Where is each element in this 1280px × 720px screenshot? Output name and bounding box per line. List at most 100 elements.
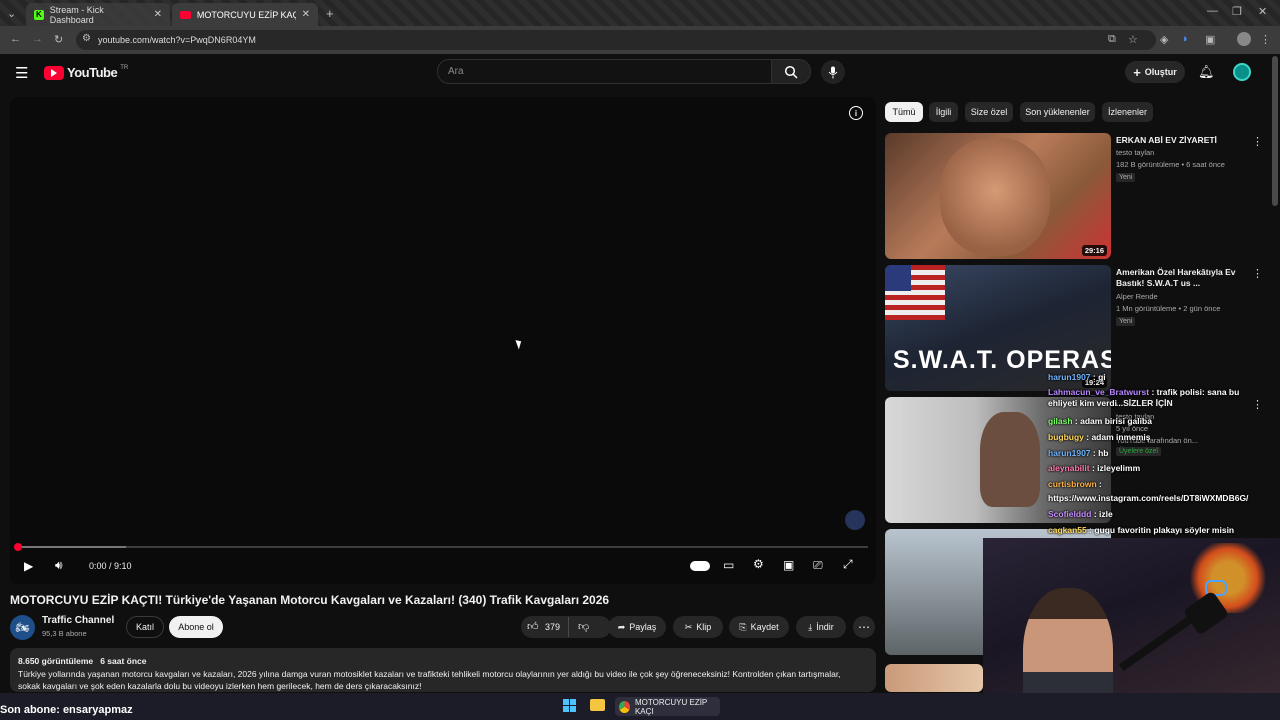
profile-avatar[interactable] <box>1237 32 1251 46</box>
channel-name[interactable]: Traffic Channel <box>42 615 114 626</box>
chat-username: Scofielddd <box>1048 509 1092 519</box>
subscribe-button[interactable]: Abone ol <box>169 616 223 638</box>
search-input[interactable]: Ara <box>437 59 772 84</box>
minimize-icon[interactable]: — <box>1207 5 1218 17</box>
tab-youtube-video[interactable]: MOTORCUYU EZİP KAÇTI! Türki ✕ <box>172 3 318 26</box>
more-actions-button[interactable]: ⋯ <box>853 616 875 638</box>
subscriber-count: 95,3 B abone <box>42 629 87 638</box>
chat-message: bugbugy : adam inmemiş <box>1048 432 1151 442</box>
region-code: TR <box>120 65 129 71</box>
notifications-bell-icon[interactable]: 🔔︎ <box>1198 64 1215 80</box>
maximize-icon[interactable]: ❐ <box>1232 5 1242 18</box>
file-explorer-icon[interactable] <box>590 699 605 711</box>
buffered-bar <box>18 546 126 548</box>
progress-bar[interactable] <box>18 546 868 548</box>
chat-username: aleynabilit <box>1048 463 1090 473</box>
chat-message: cagkan55 : gugu favoritin plakayı söyler… <box>1048 525 1235 535</box>
forward-icon[interactable]: → <box>32 33 43 45</box>
volume-icon[interactable]: 🔊︎ <box>55 558 63 573</box>
page-scrollbar[interactable] <box>1272 56 1278 206</box>
chat-text: gi <box>1098 372 1106 382</box>
bookmark-star-icon[interactable]: ☆ <box>1128 33 1138 46</box>
windows-start-icon[interactable] <box>563 699 576 712</box>
browser-menu-icon[interactable]: ⋮ <box>1260 33 1271 46</box>
like-divider <box>568 617 569 637</box>
new-badge: Yeni <box>1116 173 1136 182</box>
chat-username: bugbugy <box>1048 432 1084 442</box>
more-horizontal-icon: ⋯ <box>858 620 870 634</box>
chip-watched[interactable]: İzlenenler <box>1102 102 1153 122</box>
recommendation-title[interactable]: ERKAN ABİ EV ZİYARETİ <box>1116 135 1256 146</box>
share-button[interactable]: ➦ Paylaş <box>608 616 666 638</box>
extensions-puzzle-icon[interactable]: ▣ <box>1205 33 1215 46</box>
hamburger-menu-icon[interactable]: ☰ <box>15 64 28 82</box>
taskbar-chrome-app[interactable]: MOTORCUYU EZİP KAÇI <box>615 697 720 716</box>
recommendation-meta: 1 Mn görüntüleme • 2 gün önce <box>1116 304 1221 313</box>
channel-watermark[interactable] <box>845 510 865 530</box>
dislike-icon[interactable]: 👎︎ <box>578 620 589 633</box>
back-icon[interactable]: ← <box>10 33 21 45</box>
save-button[interactable]: ⎘ Kaydet <box>729 616 789 638</box>
motorcycle-icon: 🏍︎ <box>15 622 30 634</box>
reload-icon[interactable]: ↻ <box>54 33 63 46</box>
settings-gear-icon[interactable]: ⚙ <box>753 557 764 571</box>
info-icon[interactable]: i <box>849 106 863 120</box>
cast-icon[interactable]: ⎚ <box>813 558 823 573</box>
share-icon: ➦ <box>617 621 626 632</box>
tab-label: Stream - Kick Dashboard <box>49 4 104 25</box>
more-vertical-icon[interactable]: ⋮ <box>1252 135 1263 148</box>
kick-icon: K <box>34 9 44 20</box>
chat-username: harun1907 <box>1048 372 1091 382</box>
share-label: Paylaş <box>629 622 657 632</box>
voice-search-button[interactable] <box>821 60 845 84</box>
play-icon[interactable]: ▶ <box>24 559 33 573</box>
channel-avatar[interactable]: 🏍︎ <box>10 615 35 640</box>
recommendation-channel[interactable]: Alper Rende <box>1116 291 1158 303</box>
create-button[interactable]: + Oluştur <box>1125 61 1185 83</box>
clip-button[interactable]: ✂ Klip <box>673 616 723 638</box>
video-title: MOTORCUYU EZİP KAÇTI! Türkiye'de Yaşanan… <box>10 593 610 607</box>
youtube-logo[interactable]: YouTube TR <box>44 65 128 80</box>
chip-for-you[interactable]: Size özel <box>965 102 1013 122</box>
extension-icon[interactable]: ◈ <box>1160 33 1168 46</box>
site-info-icon[interactable]: ⚙ <box>82 33 91 44</box>
chip-related[interactable]: İlgili <box>929 102 958 122</box>
new-badge: Yeni <box>1116 317 1136 326</box>
download-button[interactable]: ⤓ İndir <box>796 616 846 638</box>
like-count[interactable]: 379 <box>545 622 560 632</box>
account-avatar[interactable] <box>1233 63 1251 81</box>
recommendation-thumbnail[interactable]: 29:16 <box>885 133 1111 259</box>
like-icon[interactable]: 👍︎ <box>527 620 539 633</box>
recommendation-thumbnail[interactable] <box>885 664 983 692</box>
chip-all[interactable]: Tümü <box>885 102 923 122</box>
search-button[interactable] <box>771 59 811 84</box>
chat-message: Scofielddd : izle <box>1048 509 1113 519</box>
close-tab-icon[interactable]: ✕ <box>302 9 310 20</box>
url-field[interactable]: ⚙ youtube.com/watch?v=PwqDN6R04YM <box>76 30 1156 50</box>
tab-search-chevron-icon[interactable]: ⌄ <box>7 7 16 20</box>
close-tab-icon[interactable]: ✕ <box>154 9 162 20</box>
recommendation-meta: 182 B görüntüleme • 6 saat önce <box>1116 160 1225 169</box>
subtitles-icon[interactable]: ▭ <box>723 558 734 572</box>
chat-text: gugu favoritin plakayı söyler misin <box>1094 525 1235 535</box>
video-player[interactable] <box>10 97 876 584</box>
more-vertical-icon[interactable]: ⋮ <box>1252 267 1263 280</box>
close-window-icon[interactable]: ✕ <box>1258 5 1267 18</box>
install-app-icon[interactable]: ⧉ <box>1108 33 1116 46</box>
miniplayer-icon[interactable]: ▣ <box>783 558 794 572</box>
fullscreen-icon[interactable]: ⤢ <box>843 557 853 572</box>
chip-recently-uploaded[interactable]: Son yüklenenler <box>1020 102 1095 122</box>
chat-username: Lahmacun_ve_Bratwurst <box>1048 387 1150 397</box>
chat-message: gilash : adam birisi galiba <box>1048 416 1152 426</box>
join-button[interactable]: Katıl <box>126 616 164 638</box>
progress-scrubber[interactable] <box>14 543 22 551</box>
autoplay-toggle[interactable] <box>690 561 710 571</box>
recommendation-title[interactable]: Amerikan Özel Harekâtıyla Ev Bastık! S.W… <box>1116 267 1256 289</box>
tab-kick-dashboard[interactable]: K Stream - Kick Dashboard ✕ <box>26 3 170 26</box>
recommendation-channel[interactable]: testo taylan <box>1116 147 1154 159</box>
new-tab-icon[interactable]: + <box>326 6 334 21</box>
chat-link-text: https://www.instagram.com/reels/DT8iWXMD… <box>1048 493 1249 503</box>
audio-extension-icon[interactable]: ◗ <box>1182 33 1189 45</box>
create-label: Oluştur <box>1144 67 1177 77</box>
description-box[interactable]: 8.650 görüntüleme 6 saat önce Türkiye yo… <box>10 648 876 692</box>
